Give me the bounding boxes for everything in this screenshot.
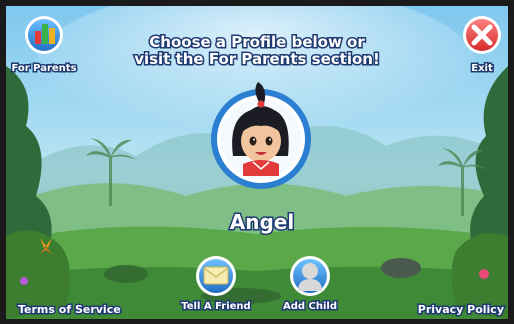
tell-a-friend-label: Tell A Friend (181, 301, 250, 312)
for-parents-label: For Parents (11, 63, 76, 74)
app-screen: For Parents Exit Choose a Profile below … (6, 6, 508, 319)
heading-line-1: Choose a Profile below or (149, 33, 365, 51)
add-child-label: Add Child (283, 301, 337, 312)
heading-line-2: visit the For Parents section! (134, 50, 380, 68)
exit-label: Exit (471, 63, 493, 74)
profile-scene: For Parents Exit Choose a Profile below … (6, 6, 508, 319)
privacy-policy-link[interactable]: Privacy Policy (416, 302, 505, 318)
envelope-icon (203, 266, 229, 285)
profile-name[interactable]: Angel (228, 209, 295, 236)
terms-of-service-link[interactable]: Terms of Service (17, 302, 123, 318)
